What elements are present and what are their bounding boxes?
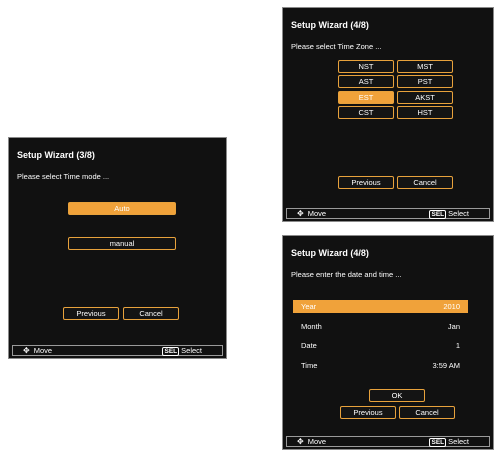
sel-key-icon: SEL	[162, 347, 180, 356]
auto-option-button[interactable]: Auto	[68, 202, 176, 215]
four-way-arrow-icon: ✥	[297, 209, 304, 218]
cancel-button[interactable]: Cancel	[397, 176, 453, 189]
select-hint: SEL Select	[162, 346, 202, 356]
date-time-panel: Setup Wizard (4/8) Please enter the date…	[282, 235, 494, 450]
sel-key-icon: SEL	[429, 438, 447, 447]
cancel-button[interactable]: Cancel	[399, 406, 455, 419]
zone-hst[interactable]: HST	[397, 106, 453, 119]
zone-est[interactable]: EST	[338, 91, 394, 104]
move-label: Move	[307, 437, 327, 446]
zone-ast[interactable]: AST	[338, 75, 394, 88]
field-label: Year	[301, 302, 317, 311]
select-hint: SEL Select	[429, 437, 469, 447]
month-field[interactable]: Month Jan	[293, 320, 468, 333]
move-hint: ✥ Move	[297, 209, 326, 218]
field-value: 3:59 AM	[432, 361, 460, 370]
time-field[interactable]: Time 3:59 AM	[293, 359, 468, 372]
field-label: Time	[301, 361, 318, 370]
zone-cst[interactable]: CST	[338, 106, 394, 119]
time-zone-panel: Setup Wizard (4/8) Please select Time Zo…	[282, 7, 494, 222]
move-label: Move	[33, 346, 53, 355]
move-hint: ✥ Move	[23, 346, 52, 355]
zone-pst[interactable]: PST	[397, 75, 453, 88]
four-way-arrow-icon: ✥	[23, 346, 30, 355]
footer-bar: ✥ Move SEL Select	[286, 436, 490, 447]
date-field[interactable]: Date 1	[293, 339, 468, 352]
select-label: Select	[448, 209, 469, 218]
panel-title: Setup Wizard (4/8)	[291, 248, 369, 258]
ok-button[interactable]: OK	[369, 389, 425, 402]
move-hint: ✥ Move	[297, 437, 326, 446]
move-label: Move	[307, 209, 327, 218]
time-mode-panel: Setup Wizard (3/8) Please select Time mo…	[8, 137, 227, 359]
field-value: 1	[455, 341, 460, 350]
zone-mst[interactable]: MST	[397, 60, 453, 73]
four-way-arrow-icon: ✥	[297, 437, 304, 446]
year-field[interactable]: Year 2010	[293, 300, 468, 313]
previous-button[interactable]: Previous	[340, 406, 396, 419]
field-label: Month	[301, 322, 322, 331]
zone-akst[interactable]: AKST	[397, 91, 453, 104]
footer-bar: ✥ Move SEL Select	[286, 208, 490, 219]
select-label: Select	[181, 346, 202, 355]
sel-key-icon: SEL	[429, 210, 447, 219]
previous-button[interactable]: Previous	[63, 307, 119, 320]
select-hint: SEL Select	[429, 209, 469, 219]
footer-bar: ✥ Move SEL Select	[12, 345, 223, 356]
field-value: 2010	[443, 302, 460, 311]
panel-prompt: Please select Time mode ...	[17, 172, 110, 181]
cancel-button[interactable]: Cancel	[123, 307, 179, 320]
previous-button[interactable]: Previous	[338, 176, 394, 189]
field-label: Date	[301, 341, 317, 350]
field-value: Jan	[447, 322, 460, 331]
manual-option-button[interactable]: manual	[68, 237, 176, 250]
zone-nst[interactable]: NST	[338, 60, 394, 73]
select-label: Select	[448, 437, 469, 446]
panel-title: Setup Wizard (3/8)	[17, 150, 95, 160]
panel-prompt: Please select Time Zone ...	[291, 42, 382, 51]
panel-prompt: Please enter the date and time ...	[291, 270, 402, 279]
panel-title: Setup Wizard (4/8)	[291, 20, 369, 30]
